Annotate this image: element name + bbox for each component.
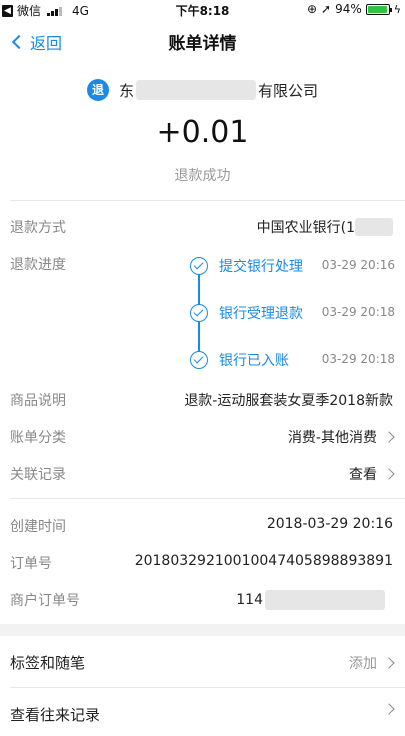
product-value: 退款-运动服套装女夏季2018新款 (184, 393, 393, 409)
related-label: 关联记录 (10, 467, 66, 483)
amount: +0.01 (156, 115, 249, 150)
category-row[interactable]: 账单分类 消费-其他消费 (0, 421, 405, 451)
merchant-name-suffix: 有限公司 (258, 81, 319, 100)
divider (10, 200, 405, 201)
lock-rotation-icon: ⊕ (306, 2, 317, 16)
merchant-order-label: 商户订单号 (10, 593, 80, 609)
redacted-text (265, 590, 385, 610)
chevron-right-icon (383, 657, 395, 669)
tags-notes-label: 标签和随笔 (10, 654, 86, 672)
timeline-step-time: 03-29 20:18 (321, 305, 395, 319)
timeline-step: 提交银行处理 03-29 20:16 (190, 256, 395, 276)
divider (10, 687, 405, 688)
redacted-text (136, 80, 256, 100)
timeline-step-time: 03-29 20:18 (321, 352, 395, 366)
refund-timeline: 提交银行处理 03-29 20:16 银行受理退款 03-29 20:18 银行… (190, 256, 405, 371)
merchant-name: 东 有限公司 (119, 80, 318, 101)
product-label: 商品说明 (10, 393, 66, 409)
section-gap (0, 624, 405, 636)
created-time-row: 创建时间 2018-03-29 20:16 (0, 510, 405, 540)
timeline-step-label: 银行受理退款 (219, 306, 303, 322)
related-view-text: 查看 (349, 467, 377, 483)
created-time-label: 创建时间 (10, 519, 66, 535)
timeline-step-label: 提交银行处理 (219, 259, 303, 275)
battery-fill (367, 5, 387, 13)
bank-name: 中国农业银行(1 (256, 220, 355, 236)
chevron-right-icon (383, 431, 395, 443)
view-history-label: 查看往来记录 (10, 706, 101, 724)
product-row: 商品说明 退款-运动服套装女夏季2018新款 (0, 384, 405, 414)
refund-icon: 退 (86, 79, 109, 101)
merchant-order-text: 114 (236, 592, 263, 608)
created-time-value: 2018-03-29 20:16 (266, 516, 393, 532)
status-right: ⊕ ➚ 94% ϟ (307, 2, 401, 16)
related-records-row[interactable]: 关联记录 查看 (0, 458, 405, 488)
add-tag-text: 添加 (349, 656, 377, 672)
order-number-value: 20180329210010047405898893891 (134, 553, 393, 569)
page-title: 账单详情 (168, 34, 237, 54)
add-tag-button[interactable]: 添加 (349, 653, 395, 673)
battery-icon (365, 3, 392, 15)
view-history-row[interactable]: 查看往来记录 (0, 692, 405, 736)
check-circle-icon (190, 351, 208, 369)
view-history-chevron[interactable] (377, 703, 395, 715)
order-number-row: 订单号 20180329210010047405898893891 (0, 547, 405, 577)
location-icon: ➚ (321, 2, 332, 16)
category-label: 账单分类 (10, 430, 66, 446)
merchant-header: 退 东 有限公司 (0, 77, 405, 103)
refund-status: 退款成功 (174, 168, 231, 184)
chevron-right-icon (383, 468, 395, 480)
merchant-order-value: 114 (236, 590, 385, 610)
redacted-text (355, 218, 393, 236)
check-circle-icon (190, 257, 208, 275)
merchant-name-prefix: 东 (118, 81, 134, 100)
battery-percent: 94% (335, 2, 362, 16)
refund-progress-label: 退款进度 (10, 257, 66, 273)
timeline-step-label: 银行已入账 (219, 353, 289, 369)
timeline-step: 银行受理退款 03-29 20:18 (190, 303, 395, 323)
refund-method-value: 中国农业银行(1 (257, 217, 393, 237)
divider (10, 498, 405, 499)
timeline-step-time: 03-29 20:16 (321, 258, 395, 272)
charging-icon: ϟ (393, 2, 401, 16)
merchant-order-row: 商户订单号 114 (0, 584, 405, 614)
timeline-step: 银行已入账 03-29 20:18 (190, 350, 395, 370)
nav-bar: 返回 账单详情 (0, 18, 405, 64)
tags-notes-row[interactable]: 标签和随笔 添加 (0, 640, 405, 684)
status-bar: ◀ 微信 4G 下午8:18 ⊕ ➚ 94% ϟ (0, 0, 405, 18)
refund-method-row: 退款方式 中国农业银行(1 (0, 211, 405, 241)
refund-method-label: 退款方式 (10, 220, 66, 236)
order-number-label: 订单号 (10, 556, 52, 572)
category-text: 消费-其他消费 (287, 430, 377, 446)
related-view-link[interactable]: 查看 (349, 464, 395, 484)
chevron-right-icon (383, 703, 395, 715)
check-circle-icon (190, 304, 208, 322)
category-value[interactable]: 消费-其他消费 (287, 427, 395, 447)
